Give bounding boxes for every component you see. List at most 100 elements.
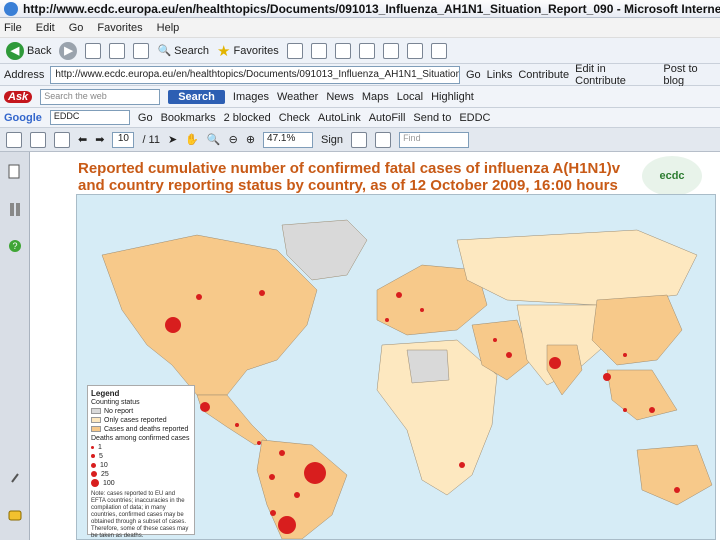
search-label: Search	[174, 44, 210, 57]
ask-weather-button[interactable]: Weather	[277, 91, 318, 103]
death-marker-uk	[396, 292, 402, 298]
death-value: 1	[98, 444, 102, 451]
status-heading: Counting status	[91, 399, 140, 406]
zoom-in-icon[interactable]: ⊕	[246, 133, 255, 146]
death-marker-brazil	[304, 462, 326, 484]
select-tool-icon[interactable]: ➤	[168, 133, 177, 146]
help-icon[interactable]: ?	[8, 238, 22, 254]
google-search-input[interactable]: EDDC	[49, 110, 130, 125]
address-label: Address	[4, 68, 45, 81]
comments-icon[interactable]	[8, 508, 22, 524]
menu-edit[interactable]: Edit	[36, 22, 55, 34]
death-marker-italy	[420, 308, 424, 312]
ask-images-button[interactable]: Images	[233, 91, 269, 103]
status-swatch	[91, 426, 101, 433]
menu-go[interactable]: Go	[69, 22, 84, 34]
history-icon[interactable]	[286, 42, 303, 59]
research-icon[interactable]	[406, 42, 423, 59]
ask-search-button[interactable]: Search	[168, 89, 225, 104]
contribute-button[interactable]: Contribute	[518, 69, 569, 81]
print-pdf-icon[interactable]	[30, 131, 46, 148]
refresh-icon[interactable]	[109, 42, 126, 59]
death-marker-panama	[257, 441, 261, 445]
discuss-icon[interactable]	[382, 42, 399, 59]
autolink-button[interactable]: AutoLink	[318, 112, 361, 124]
edit-in-contribute-button[interactable]: Edit in Contribute	[575, 63, 657, 87]
status-label: Cases and deaths reported	[104, 426, 189, 433]
bookmarks-panel-icon[interactable]	[8, 202, 22, 218]
post-to-blog-button[interactable]: Post to blog	[663, 63, 720, 87]
ask-local-button[interactable]: Local	[397, 91, 423, 103]
google-bookmarks-button[interactable]: Bookmarks	[161, 112, 216, 124]
legend-death-item: 25	[91, 470, 191, 479]
death-marker-canada-west	[196, 294, 202, 300]
print-icon[interactable]	[334, 42, 351, 59]
home-icon[interactable]	[133, 42, 150, 59]
popup-blocked-indicator[interactable]: 2 blocked	[224, 112, 271, 124]
ask-search-input[interactable]: Search the web	[40, 88, 161, 105]
edit-icon[interactable]	[358, 42, 375, 59]
death-value: 10	[100, 462, 108, 469]
ask-highlight-button[interactable]: Highlight	[431, 91, 474, 103]
email-icon[interactable]	[54, 131, 70, 148]
death-marker-mexico	[200, 402, 210, 412]
send-to-button[interactable]: Send to	[413, 112, 451, 124]
mail-icon[interactable]	[310, 42, 327, 59]
attachments-icon[interactable]	[8, 470, 22, 486]
favorites-label: Favorites	[233, 44, 279, 57]
prev-page-icon[interactable]: ⬅	[78, 133, 87, 146]
death-dot	[91, 454, 95, 459]
legend-death-item: 10	[91, 461, 191, 470]
go-button[interactable]: Go	[466, 69, 481, 81]
legend-death-item: 100	[91, 479, 191, 488]
death-marker-saudi	[506, 352, 512, 358]
menu-file[interactable]: File	[4, 22, 22, 34]
death-marker-malaysia	[623, 408, 627, 412]
address-input[interactable]: http://www.ecdc.europa.eu/en/healthtopic…	[50, 65, 460, 84]
zoom-out-icon[interactable]: ⊖	[229, 133, 238, 146]
zoom-select[interactable]: 47.1%	[263, 131, 314, 148]
find-input[interactable]: Find	[399, 131, 470, 148]
spell-check-button[interactable]: Check	[279, 112, 310, 124]
next-page-icon[interactable]: ➡	[95, 133, 104, 146]
address-bar: Address http://www.ecdc.europa.eu/en/hea…	[0, 63, 720, 87]
death-marker-philippines	[649, 407, 655, 413]
autofill-button[interactable]: AutoFill	[369, 112, 406, 124]
ie-logo-icon	[4, 1, 18, 16]
hand-tool-icon[interactable]: ✋	[185, 133, 199, 146]
page-number-input[interactable]: 10	[112, 131, 135, 148]
navigation-toolbar: ◀ Back ▶ 🔍 Search ★ Favorites	[0, 38, 720, 64]
pages-icon[interactable]	[8, 164, 22, 180]
death-marker-australia	[674, 487, 680, 493]
menu-help[interactable]: Help	[157, 22, 180, 34]
messenger-icon[interactable]	[430, 42, 447, 59]
menu-favorites[interactable]: Favorites	[97, 22, 142, 34]
death-marker-usa	[165, 317, 181, 333]
ask-news-button[interactable]: News	[326, 91, 354, 103]
legend-death-item: 5	[91, 452, 191, 461]
ask-maps-button[interactable]: Maps	[362, 91, 389, 103]
back-arrow-icon: ◀	[6, 41, 24, 60]
death-value: 25	[101, 471, 109, 478]
google-go-button[interactable]: Go	[138, 112, 153, 124]
back-button[interactable]: ◀ Back	[6, 41, 51, 60]
stop-icon[interactable]	[85, 42, 102, 59]
search-button[interactable]: 🔍 Search	[157, 44, 210, 58]
sign-button[interactable]: Sign	[321, 134, 343, 146]
pdf-document-view[interactable]: Reported cumulative number of confirmed …	[30, 152, 720, 540]
fit-width-icon[interactable]	[375, 131, 392, 148]
pdf-toolbar: ⬅ ➡ 10 / 11 ➤ ✋ 🔍 ⊖ ⊕ 47.1% Sign Find	[0, 128, 720, 152]
zoom-tool-icon[interactable]: 🔍	[207, 133, 221, 146]
death-marker-india	[549, 357, 561, 369]
save-icon[interactable]	[6, 131, 22, 148]
favorites-button[interactable]: ★ Favorites	[217, 42, 279, 60]
google-custom-button[interactable]: EDDC	[459, 112, 490, 124]
fit-page-icon[interactable]	[351, 131, 368, 148]
magnifier-icon: 🔍	[157, 45, 172, 57]
links-label[interactable]: Links	[487, 69, 513, 81]
death-marker-colombia	[279, 450, 285, 456]
africa-no-report	[406, 349, 450, 384]
forward-button[interactable]: ▶	[59, 41, 78, 60]
legend-title: Legend	[91, 389, 120, 398]
status-swatch	[91, 408, 101, 415]
